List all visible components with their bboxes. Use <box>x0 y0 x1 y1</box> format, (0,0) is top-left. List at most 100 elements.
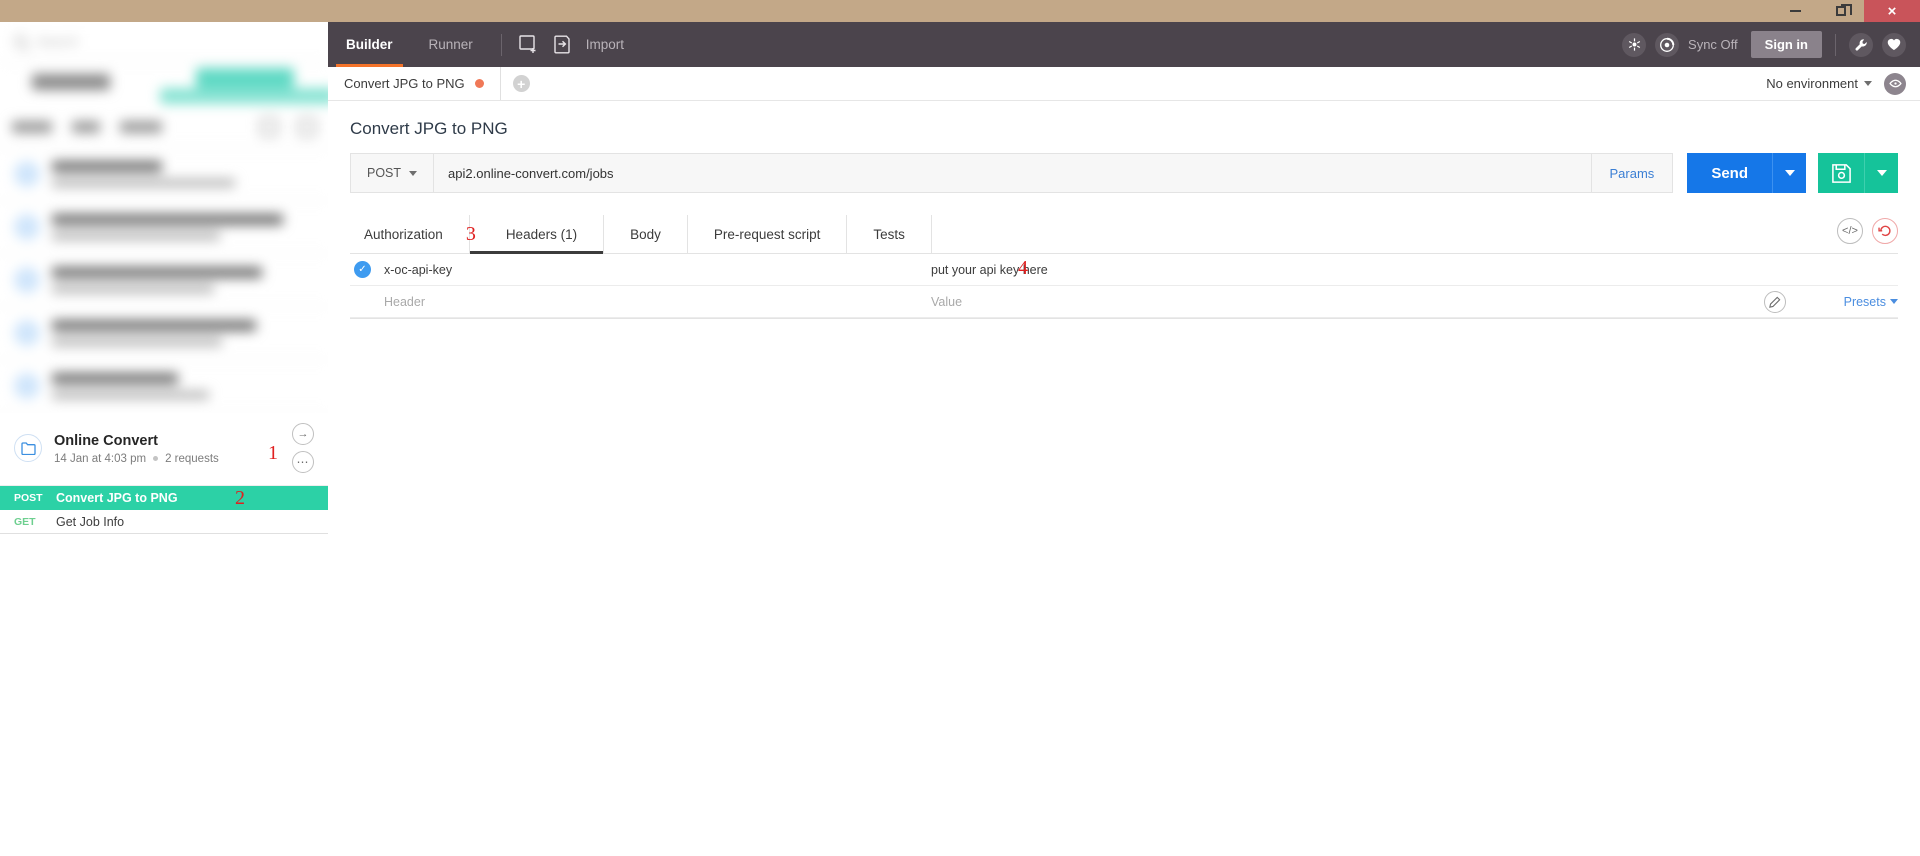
header-key-input[interactable]: x-oc-api-key <box>384 263 929 277</box>
annotation-3: 3 <box>465 223 476 245</box>
header-enabled-checkbox[interactable]: ✓ <box>350 261 384 278</box>
filter-chip-1[interactable] <box>12 120 52 133</box>
tab-body-label: Body <box>630 226 661 242</box>
send-button[interactable]: Send <box>1687 153 1772 193</box>
banner-highlight-1 <box>196 68 294 88</box>
save-button[interactable] <box>1818 153 1864 193</box>
toolbar-left-group: Builder Runner Import <box>328 22 624 67</box>
request-tabs-tools: </> <box>1837 215 1898 253</box>
collection-request-count: 2 requests <box>165 452 219 465</box>
request-name: Get Job Info <box>56 514 125 529</box>
url-bar: POST api2.online-convert.com/jobs <box>350 153 1592 193</box>
wrench-icon[interactable] <box>1849 32 1873 57</box>
annotation-4: 4 <box>1018 257 1028 279</box>
method-selector[interactable]: POST <box>351 154 435 192</box>
folder-icon <box>14 267 40 293</box>
network-icon[interactable] <box>1622 32 1647 57</box>
filter-chip-2[interactable] <box>72 120 100 133</box>
more-options-icon[interactable]: ⋯ <box>292 451 314 473</box>
tab-authorization-label: Authorization <box>364 226 443 242</box>
request-get-job-info[interactable]: GET Get Job Info <box>0 510 328 534</box>
folder-icon <box>14 434 42 462</box>
import-label[interactable]: Import <box>580 37 624 52</box>
sync-icon[interactable] <box>1655 32 1680 57</box>
tab-headers[interactable]: 3 Headers (1) <box>466 215 605 254</box>
eye-icon[interactable] <box>1884 72 1906 95</box>
sidebar: Search Online Convert 14 Jan at 4:03 pm … <box>0 22 328 856</box>
filter-chip-3[interactable] <box>120 120 162 133</box>
table-row[interactable]: ✓ x-oc-api-key put your api key here 4 <box>350 254 1898 286</box>
tab-pre-request-script-label: Pre-request script <box>713 226 821 242</box>
open-request-tab[interactable]: Convert JPG to PNG <box>328 67 501 100</box>
tab-runner[interactable]: Runner <box>411 22 491 67</box>
filter-icon-2[interactable] <box>298 117 316 136</box>
separator-dot <box>153 456 159 461</box>
sign-in-button[interactable]: Sign in <box>1750 31 1822 58</box>
open-request-tab-label: Convert JPG to PNG <box>344 76 465 91</box>
tab-headers-label: Headers (1) <box>505 226 578 242</box>
list-item[interactable] <box>0 148 328 201</box>
list-item[interactable] <box>0 307 328 360</box>
tab-authorization[interactable]: Authorization <box>350 215 470 253</box>
search-input[interactable]: Search <box>37 34 78 49</box>
header-value-input[interactable]: put your api key here <box>929 263 1678 277</box>
environment-area: No environment <box>1766 67 1920 100</box>
chevron-down-icon <box>1784 170 1795 176</box>
tab-tests[interactable]: Tests <box>847 215 932 253</box>
search-bar[interactable]: Search <box>0 22 328 62</box>
tab-builder-label: Builder <box>346 37 393 52</box>
chevron-down-icon <box>1890 299 1898 304</box>
window-minimize-button[interactable] <box>1772 0 1818 22</box>
presets-dropdown[interactable]: Presets <box>1844 295 1898 309</box>
arrow-right-icon[interactable]: → <box>292 423 314 445</box>
filter-icon-1[interactable] <box>260 117 278 136</box>
import-button[interactable] <box>546 22 580 67</box>
collection-header[interactable]: Online Convert 14 Jan at 4:03 pm 2 reque… <box>0 413 328 486</box>
request-name: Convert JPG to PNG <box>56 491 178 505</box>
list-item[interactable] <box>0 254 328 307</box>
list-item[interactable] <box>0 360 328 413</box>
header-key-placeholder[interactable]: Header <box>384 295 929 309</box>
new-window-button[interactable] <box>512 22 546 67</box>
tab-runner-label: Runner <box>428 37 473 52</box>
window-maximize-button[interactable] <box>1818 0 1864 22</box>
save-button-group <box>1818 153 1898 193</box>
headers-table: ✓ x-oc-api-key put your api key here 4 H… <box>350 254 1898 318</box>
folder-icon <box>14 161 40 187</box>
collection-subtitle: 14 Jan at 4:03 pm 2 requests <box>54 453 280 465</box>
request-convert-jpg-to-png[interactable]: POST Convert JPG to PNG 2 <box>0 486 328 510</box>
search-icon <box>14 35 27 48</box>
add-tab-button[interactable]: + <box>501 67 542 100</box>
environment-selector[interactable]: No environment <box>1766 76 1872 91</box>
page-title: Convert JPG to PNG <box>350 119 508 138</box>
save-options-button[interactable] <box>1864 153 1898 193</box>
table-row[interactable]: Header Value Presets <box>350 286 1898 318</box>
header-value-placeholder[interactable]: Value <box>929 295 1678 309</box>
list-item-text <box>52 373 314 399</box>
list-item-text <box>52 214 314 240</box>
check-icon: ✓ <box>354 261 371 278</box>
sidebar-filter-row[interactable] <box>0 106 328 148</box>
send-button-group: Send <box>1687 153 1806 193</box>
tab-body[interactable]: Body <box>604 215 688 253</box>
undo-icon[interactable] <box>1872 218 1898 244</box>
collection-name: Online Convert <box>54 432 158 449</box>
plus-icon: + <box>512 75 530 92</box>
pencil-icon[interactable] <box>1763 290 1786 313</box>
window-close-button[interactable]: × <box>1864 0 1920 22</box>
list-item[interactable] <box>0 201 328 254</box>
app-toolbar: Builder Runner Import Sync Off Sign in <box>328 22 1920 67</box>
send-options-button[interactable] <box>1772 153 1806 193</box>
app-window: × Search Online Convert 14 Jan at 4:03 p… <box>0 0 1920 856</box>
url-input[interactable]: api2.online-convert.com/jobs <box>434 154 1590 192</box>
code-icon[interactable]: </> <box>1837 218 1863 244</box>
maximize-icon <box>1836 4 1852 16</box>
window-titlebar: × <box>0 0 1920 22</box>
request-section-tabs: Authorization 3 Headers (1) Body Pre-req… <box>350 215 1898 254</box>
tab-builder[interactable]: Builder <box>328 22 411 67</box>
request-tab-strip: Convert JPG to PNG + No environment <box>328 67 1920 101</box>
heart-icon[interactable] <box>1882 32 1906 57</box>
tab-pre-request-script[interactable]: Pre-request script <box>688 215 848 253</box>
banner-highlight-2 <box>160 88 328 104</box>
params-button[interactable]: Params <box>1591 153 1674 193</box>
